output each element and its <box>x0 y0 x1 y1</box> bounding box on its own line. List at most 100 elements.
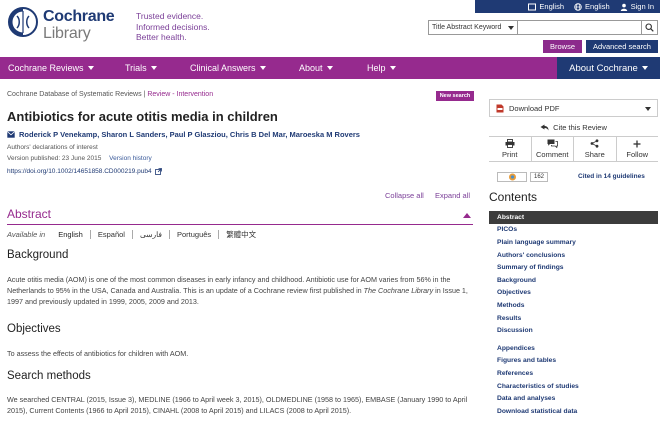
toc-item-objectives[interactable]: Objectives <box>489 287 658 300</box>
follow-button[interactable]: Follow <box>617 137 659 161</box>
toc-item-methods[interactable]: Methods <box>489 299 658 312</box>
doi-link[interactable]: https://doi.org/10.1002/14651858.CD00021… <box>7 168 162 175</box>
nav-about-cochrane[interactable]: About Cochrane <box>557 57 660 79</box>
nav-label: Clinical Answers <box>190 63 256 73</box>
chevron-down-icon[interactable] <box>645 107 651 111</box>
page-title: Antibiotics for acute otitis media in ch… <box>7 109 278 124</box>
doi-text[interactable]: https://doi.org/10.1002/14651858.CD00021… <box>7 168 152 175</box>
top-utility-bar: English English Sign In <box>475 0 660 13</box>
chevron-down-icon <box>508 25 514 30</box>
nav-trials[interactable]: Trials <box>125 57 157 79</box>
toc-item-abstract[interactable]: Abstract <box>489 211 658 224</box>
available-in-label: Available in <box>7 230 46 239</box>
search-field-value: Title Abstract Keyword <box>432 24 502 31</box>
lang-spanish[interactable]: Español <box>91 230 133 239</box>
authors-line[interactable]: Roderick P Venekamp, Sharon L Sanders, P… <box>7 130 360 139</box>
new-search-button[interactable]: New search <box>436 91 474 101</box>
toc-item-background[interactable]: Background <box>489 274 658 287</box>
download-pdf-button[interactable]: Download PDF <box>489 99 658 117</box>
cited-in-guidelines-link[interactable]: Cited in 14 guidelines <box>578 173 645 180</box>
brand-library[interactable]: Library <box>43 25 91 43</box>
review-type: Review - Intervention <box>147 91 214 98</box>
nav-cochrane-reviews[interactable]: Cochrane Reviews <box>8 57 94 79</box>
lang-english[interactable]: English <box>51 230 91 239</box>
altmetric-widget[interactable]: 162 <box>497 172 548 182</box>
declarations-link[interactable]: Authors' declarations of interest <box>7 144 98 151</box>
site-header: Cochrane Library Trusted evidence. Infor… <box>0 0 660 57</box>
background-journal: The Cochrane Library <box>363 286 434 295</box>
comment-label: Comment <box>535 150 569 159</box>
print-button[interactable]: Print <box>489 137 532 161</box>
expand-all-link[interactable]: Expand all <box>435 191 470 200</box>
lang-farsi[interactable]: فارسی <box>133 230 170 239</box>
nav-clinical-answers[interactable]: Clinical Answers <box>190 57 266 79</box>
nav-label: Help <box>367 63 386 73</box>
cochrane-logo-icon[interactable] <box>8 7 38 37</box>
print-label: Print <box>502 150 518 159</box>
toc-item-download-statistical-data[interactable]: Download statistical data <box>489 405 658 418</box>
collapse-all-link[interactable]: Collapse all <box>385 191 424 200</box>
contents-list: Abstract PICOs Plain language summary Au… <box>489 211 658 418</box>
toc-item-data-and-analyses[interactable]: Data and analyses <box>489 392 658 405</box>
share-button[interactable]: Share <box>574 137 617 161</box>
nav-about[interactable]: About <box>299 57 333 79</box>
search-bar: Title Abstract Keyword <box>428 20 658 35</box>
cite-review-button[interactable]: Cite this Review <box>489 122 658 133</box>
nav-label: About <box>299 63 323 73</box>
background-heading: Background <box>7 249 69 261</box>
abstract-section-header[interactable]: Abstract <box>7 207 473 225</box>
comment-icon <box>547 139 558 148</box>
authors-list[interactable]: Roderick P Venekamp, Sharon L Sanders, P… <box>19 130 360 139</box>
toc-item-figures-and-tables[interactable]: Figures and tables <box>489 355 658 368</box>
language-link[interactable]: English <box>528 2 564 11</box>
user-icon <box>620 3 628 11</box>
envelope-icon[interactable] <box>7 131 15 138</box>
nav-label: About Cochrane <box>569 62 638 74</box>
nav-label: Cochrane Reviews <box>8 63 84 73</box>
toc-item-picos[interactable]: PICOs <box>489 224 658 237</box>
objectives-heading: Objectives <box>7 323 61 335</box>
nav-help[interactable]: Help <box>367 57 396 79</box>
share-label: Share <box>584 150 605 159</box>
search-button[interactable] <box>642 20 658 35</box>
objectives-paragraph: To assess the effects of antibiotics for… <box>7 349 189 358</box>
toc-item-characteristics-of-studies[interactable]: Characteristics of studies <box>489 380 658 393</box>
database-name: Cochrane Database of Systematic Reviews <box>7 91 142 98</box>
lang-portuguese[interactable]: Português <box>170 230 220 239</box>
sign-in-link[interactable]: Sign In <box>620 2 654 11</box>
chevron-up-icon[interactable] <box>463 213 471 218</box>
toc-item-plain-language-summary[interactable]: Plain language summary <box>489 236 658 249</box>
brand-name[interactable]: Cochrane <box>43 8 115 26</box>
toc-item-references[interactable]: References <box>489 367 658 380</box>
toc-item-appendices[interactable]: Appendices <box>489 342 658 355</box>
version-history-link[interactable]: Version history <box>109 155 152 162</box>
external-link-icon <box>154 168 162 175</box>
print-icon <box>505 139 515 148</box>
globe-icon <box>574 2 582 11</box>
main-nav: Cochrane Reviews Trials Clinical Answers… <box>0 57 660 79</box>
tagline-line: Informed decisions. <box>136 21 210 32</box>
share-icon <box>590 139 599 148</box>
version-line: Version published: 23 June 2015 Version … <box>7 155 152 162</box>
toc-item-results[interactable]: Results <box>489 312 658 325</box>
toc-item-summary-of-findings[interactable]: Summary of findings <box>489 261 658 274</box>
version-published: Version published: 23 June 2015 <box>7 155 102 162</box>
toc-item-discussion[interactable]: Discussion <box>489 324 658 337</box>
search-input[interactable] <box>517 20 642 35</box>
search-methods-heading: Search methods <box>7 370 91 382</box>
contents-heading: Contents <box>489 190 538 204</box>
site-language-label: English <box>585 2 610 11</box>
download-pdf-label: Download PDF <box>509 103 560 113</box>
advanced-search-button[interactable]: Advanced search <box>586 40 658 53</box>
abstract-heading: Abstract <box>7 207 52 221</box>
browse-button[interactable]: Browse <box>543 40 582 53</box>
site-language-link[interactable]: English <box>574 2 610 11</box>
chevron-down-icon <box>259 66 266 70</box>
comment-button[interactable]: Comment <box>532 137 574 161</box>
toc-item-authors-conclusions[interactable]: Authors' conclusions <box>489 249 658 262</box>
lang-chinese[interactable]: 繁體中文 <box>219 229 263 240</box>
flag-icon <box>528 3 537 11</box>
background-paragraph: Acute otitis media (AOM) is one of the m… <box>7 274 473 307</box>
search-field-select[interactable]: Title Abstract Keyword <box>428 20 517 35</box>
nav-label: Trials <box>125 63 147 73</box>
